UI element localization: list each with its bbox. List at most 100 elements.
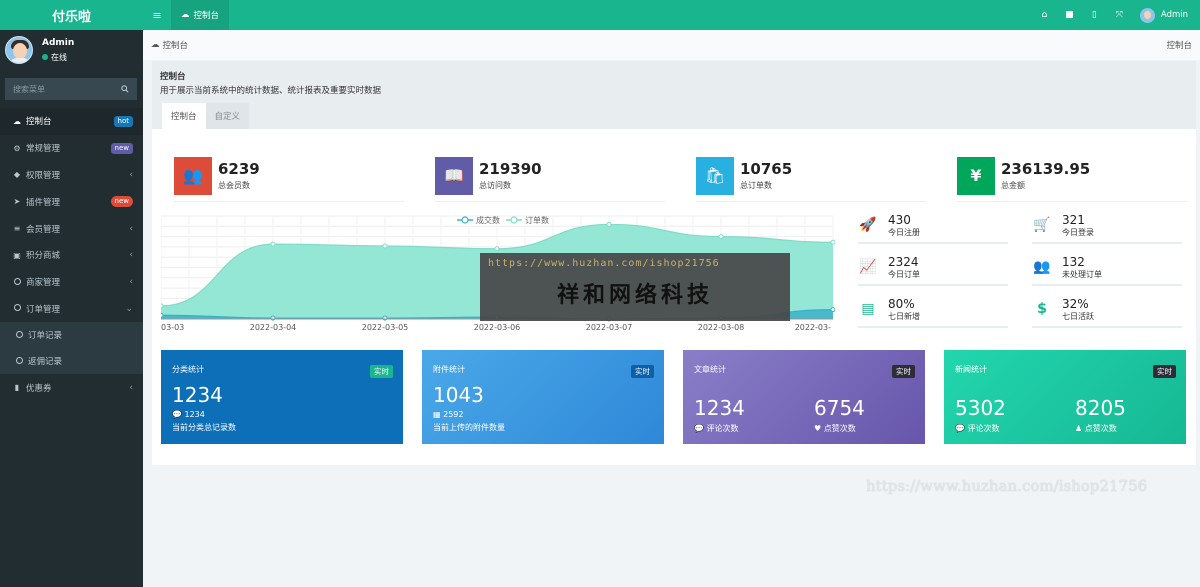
new-badge: new: [110, 196, 133, 208]
new-badge: new: [110, 142, 133, 154]
store-icon: ▣: [13, 250, 21, 260]
legend-label: 订单数: [525, 215, 549, 225]
realtime-badge: 实时: [1153, 365, 1176, 378]
legend-marker: [461, 216, 469, 224]
sidebar-item-auth[interactable]: ◆ 权限管理 ‹: [0, 162, 143, 189]
page-title: 控制台: [160, 72, 186, 82]
bookmark-icon: ▮: [14, 383, 20, 393]
topbar-username[interactable]: Admin: [1161, 10, 1188, 20]
sidebar-item-commission-records[interactable]: 返佣记录: [0, 348, 143, 374]
search-icon[interactable]: [121, 85, 129, 93]
trash-icon[interactable]: ■: [1057, 10, 1082, 20]
realtime-badge: 实时: [892, 365, 915, 378]
list-icon: ≡: [13, 224, 21, 234]
dollar-icon: $: [1037, 301, 1047, 317]
sidebar-toggle-icon[interactable]: ≡: [143, 0, 171, 30]
data-point: [494, 246, 500, 252]
data-point: [161, 312, 164, 318]
breadcrumb-right: 控制台: [1166, 41, 1192, 51]
stat-members: 👥 6239 总会员数: [174, 150, 404, 202]
page-description: 用于展示当前系统中的统计数据、统计报表及重要实时数据: [160, 86, 382, 96]
circle-icon: [11, 304, 23, 313]
shopping-bag-icon: 🛍: [696, 156, 734, 195]
sidebar-menu: ☁ 控制台 hot ⚙ 常规管理 new ◆ 权限管理 ‹ ➤ 插件管理 new…: [0, 108, 143, 401]
dashboard-icon: ☁: [13, 116, 21, 126]
avatar[interactable]: [5, 36, 33, 64]
data-point: [830, 307, 835, 313]
chevron-left-icon: ‹: [129, 277, 133, 288]
topbar: ≡ ☁ 控制台 ⌂ ■ ▯ ⤧ Admin: [143, 0, 1200, 30]
users-icon: 👥: [174, 156, 212, 195]
cart-icon: 🛒: [1033, 217, 1051, 233]
card-category-stats[interactable]: 分类统计 实时 1234 💬 1234 当前分类总记录数: [161, 350, 403, 444]
sidebar-item-orders[interactable]: 订单管理 ⌄: [0, 296, 143, 323]
watermark-overlay: https://www.huzhan.com/ishop21756 祥和网络科技: [480, 253, 790, 321]
sidebar-item-merchants[interactable]: 商家管理 ‹: [0, 269, 143, 296]
language-icon[interactable]: ▯: [1082, 10, 1107, 20]
data-point: [161, 303, 164, 309]
card-article-stats[interactable]: 文章统计 实时 1234 💬 评论次数 6754 ♥ 点赞次数: [683, 350, 925, 444]
yen-icon: ¥: [957, 156, 995, 195]
breadcrumb: ☁ 控制台 控制台: [143, 30, 1200, 60]
tab-dashboard[interactable]: 控制台: [162, 103, 206, 129]
user-status: 在线: [42, 52, 74, 63]
sidebar-item-general[interactable]: ⚙ 常规管理 new: [0, 135, 143, 162]
orders-submenu: 订单记录 返佣记录: [0, 322, 143, 375]
sidebar-item-points-mall[interactable]: ▣ 积分商城 ‹: [0, 242, 143, 269]
stat-orders: 🛍 10765 总订单数: [696, 150, 926, 202]
tab-dashboard[interactable]: ☁ 控制台: [171, 0, 230, 30]
x-tick-label: 2022-03-06: [474, 323, 521, 332]
sidebar-item-dashboard[interactable]: ☁ 控制台 hot: [0, 108, 143, 135]
panel-tabs: 控制台 自定义: [162, 103, 250, 129]
realtime-badge: 实时: [631, 365, 654, 378]
sidebar-item-coupons[interactable]: ▮ 优惠券 ‹: [0, 374, 143, 401]
line-chart-icon: 📈: [859, 259, 877, 275]
mini-stat-pending-orders: 👥 132 未处理订单: [1032, 250, 1182, 286]
tab-custom[interactable]: 自定义: [205, 103, 250, 129]
sidebar-item-order-records[interactable]: 订单记录: [0, 322, 143, 348]
legend-marker: [510, 216, 518, 224]
watermark-url: https://www.huzhan.com/ishop21756: [488, 258, 720, 269]
x-tick-label: 2022-03-: [795, 323, 831, 332]
app-logo[interactable]: 付乐啦: [0, 0, 143, 30]
mini-stat-logins: 🛒 321 今日登录: [1032, 208, 1182, 244]
home-icon[interactable]: ⌂: [1032, 10, 1057, 20]
fullscreen-icon[interactable]: ⤧: [1107, 10, 1132, 20]
sidebar-item-addons[interactable]: ➤ 插件管理 new: [0, 188, 143, 215]
mini-stat-7day-new: ▤ 80% 七日新增: [858, 292, 1008, 328]
list-alt-icon: ▤: [861, 301, 875, 317]
mini-stat-registrations: 🚀 430 今日注册: [858, 208, 1008, 244]
group-icon: ◆: [13, 170, 21, 180]
card-news-stats[interactable]: 新闻统计 实时 5302 💬 评论次数 8205 ♟ 点赞次数: [944, 350, 1186, 444]
mini-stat-today-orders: 📈 2324 今日订单: [858, 250, 1008, 286]
legend-label: 成交数: [476, 215, 500, 225]
mini-stat-7day-active: $ 32% 七日活跃: [1032, 292, 1182, 328]
card-attachment-stats[interactable]: 附件统计 实时 1043 ▦ 2592 当前上传的附件数量: [422, 350, 664, 444]
stat-amount: ¥ 236139.95 总金额: [957, 150, 1187, 202]
online-dot-icon: [42, 54, 48, 60]
data-point: [830, 239, 835, 245]
chevron-down-icon: ⌄: [125, 303, 133, 314]
book-icon: 📖: [435, 156, 473, 195]
circle-icon: [13, 330, 25, 340]
data-point: [718, 234, 724, 240]
sidebar-item-members[interactable]: ≡ 会员管理 ‹: [0, 215, 143, 242]
x-tick-label: 2022-03-07: [586, 323, 633, 332]
avatar[interactable]: [1139, 7, 1155, 23]
user-panel: Admin 在线: [0, 30, 143, 70]
chevron-left-icon: ‹: [129, 250, 133, 261]
data-point: [382, 243, 388, 249]
breadcrumb-current[interactable]: 控制台: [163, 39, 189, 51]
search-box: [5, 78, 137, 100]
circle-icon: [11, 277, 23, 287]
stat-visits: 📖 219390 总访问数: [435, 150, 665, 202]
dashboard-icon: ☁: [151, 40, 160, 50]
realtime-badge: 实时: [370, 365, 393, 378]
chevron-left-icon: ‹: [129, 169, 133, 180]
search-input[interactable]: [13, 84, 113, 94]
user-name: Admin: [42, 37, 75, 48]
rocket-icon: ➤: [13, 197, 21, 207]
rocket-icon: 🚀: [859, 217, 877, 233]
circle-icon: [13, 356, 25, 366]
watermark-footer: https://www.huzhan.com/ishop21756: [866, 477, 1148, 495]
